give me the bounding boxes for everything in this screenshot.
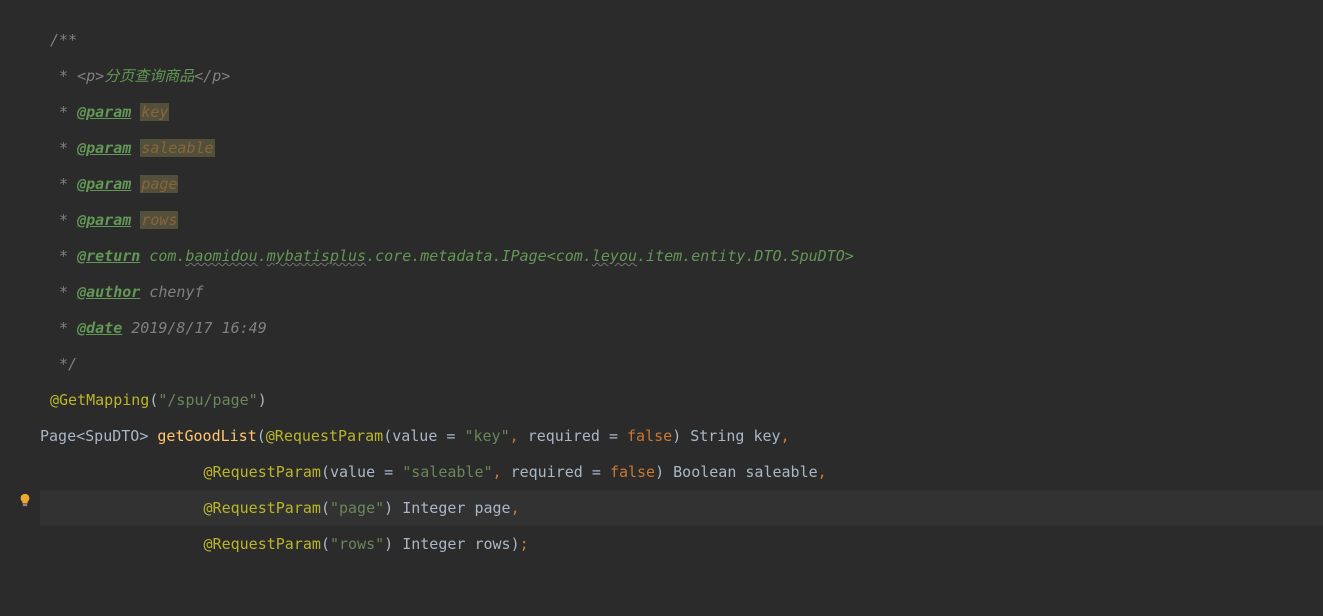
- code-line: * <p>分页查询商品</p>: [40, 58, 1323, 94]
- code-line: @RequestParam("rows") Integer rows);: [40, 526, 1323, 562]
- code-line: /**: [40, 22, 1323, 58]
- code-line: Page<SpuDTO> getGoodList(@RequestParam(v…: [40, 418, 1323, 454]
- code-line-active: @RequestParam("page") Integer page,: [40, 490, 1323, 526]
- code-line: * @param rows: [40, 202, 1323, 238]
- code-line: @RequestParam(value = "saleable", requir…: [40, 454, 1323, 490]
- code-line: * @return com.baomidou.mybatisplus.core.…: [40, 238, 1323, 274]
- code-line: @GetMapping("/spu/page"): [40, 382, 1323, 418]
- code-line: * @date 2019/8/17 16:49: [40, 310, 1323, 346]
- code-line: */: [40, 346, 1323, 382]
- code-content[interactable]: /** * <p>分页查询商品</p> * @param key * @para…: [40, 0, 1323, 616]
- code-line: * @param saleable: [40, 130, 1323, 166]
- lightbulb-icon[interactable]: [18, 493, 32, 507]
- gutter: [0, 0, 40, 616]
- code-line: * @param page: [40, 166, 1323, 202]
- code-line: * @author chenyf: [40, 274, 1323, 310]
- code-line: * @param key: [40, 94, 1323, 130]
- code-editor[interactable]: /** * <p>分页查询商品</p> * @param key * @para…: [0, 0, 1323, 616]
